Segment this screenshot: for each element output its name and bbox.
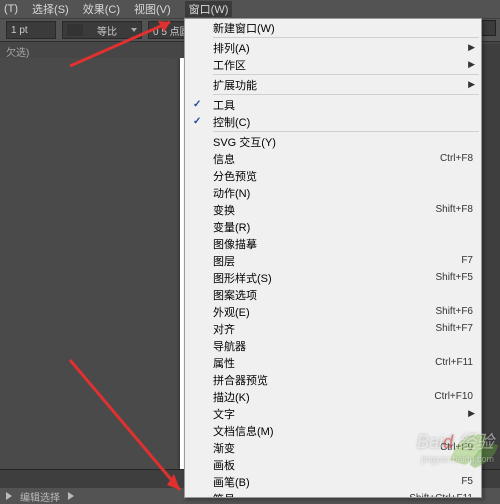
window-menu: 新建窗口(W)排列(A)▶工作区▶扩展功能▶✓工具✓控制(C)SVG 交互(Y)… bbox=[184, 18, 482, 498]
menu-item-label: 拼合器预览 bbox=[213, 372, 473, 388]
menu-item[interactable]: 导航器 bbox=[185, 337, 481, 354]
menu-shortcut: Ctrl+F8 bbox=[440, 153, 473, 164]
mini-icon-2[interactable] bbox=[480, 20, 496, 36]
profile-dropdown[interactable]: 等比 bbox=[62, 21, 142, 39]
menu-separator bbox=[213, 74, 479, 75]
menu-item[interactable]: 排列(A)▶ bbox=[185, 39, 481, 56]
menu-item[interactable]: 变量(R) bbox=[185, 218, 481, 235]
menu-item[interactable]: 文字▶ bbox=[185, 405, 481, 422]
menu-item[interactable]: 扩展功能▶ bbox=[185, 76, 481, 93]
menu-item-label: 属性 bbox=[213, 355, 435, 371]
check-icon: ✓ bbox=[193, 99, 201, 110]
menu-item[interactable]: 变换Shift+F8 bbox=[185, 201, 481, 218]
menu-effect[interactable]: 效果(C) bbox=[83, 1, 120, 17]
menu-item[interactable]: 图案选项 bbox=[185, 286, 481, 303]
menu-item-label: 排列(A) bbox=[213, 40, 473, 56]
menu-shortcut: Shift+F6 bbox=[435, 306, 473, 317]
menu-window[interactable]: 窗口(W) bbox=[185, 1, 233, 17]
play-icon[interactable] bbox=[6, 492, 12, 500]
check-icon: ✓ bbox=[193, 116, 201, 127]
menu-item[interactable]: 动作(N) bbox=[185, 184, 481, 201]
menu-item-label: 符号 bbox=[213, 491, 409, 499]
menu-item[interactable]: 图层F7 bbox=[185, 252, 481, 269]
menu-item[interactable]: ✓ 工具 bbox=[185, 96, 481, 113]
menu-item[interactable]: 新建窗口(W) bbox=[185, 19, 481, 36]
menu-item[interactable]: ✓ 控制(C) bbox=[185, 113, 481, 130]
menu-item[interactable]: 属性Ctrl+F11 bbox=[185, 354, 481, 371]
stroke-weight-input[interactable]: 1 pt bbox=[6, 21, 56, 39]
menu-item-label: 工作区 bbox=[213, 57, 473, 73]
menubar: (T) 选择(S) 效果(C) 视图(V) 窗口(W) bbox=[0, 0, 500, 18]
menu-t[interactable]: (T) bbox=[4, 3, 18, 15]
play-icon-2[interactable] bbox=[68, 492, 74, 500]
menu-item-label: 扩展功能 bbox=[213, 77, 473, 93]
menu-shortcut: Shift+F5 bbox=[435, 272, 473, 283]
menu-item-label: 图层 bbox=[213, 253, 461, 269]
submenu-arrow-icon: ▶ bbox=[468, 408, 475, 419]
menu-item-label: 分色预览 bbox=[213, 168, 473, 184]
menu-item-label: 工具 bbox=[213, 97, 473, 113]
submenu-arrow-icon: ▶ bbox=[468, 79, 475, 90]
menu-item-label: 动作(N) bbox=[213, 185, 473, 201]
menu-shortcut: Shift+F8 bbox=[435, 204, 473, 215]
menu-item[interactable]: 对齐Shift+F7 bbox=[185, 320, 481, 337]
menu-item[interactable]: 画笔(B)F5 bbox=[185, 473, 481, 490]
status-label: 编辑选择 bbox=[20, 489, 60, 504]
menu-item-label: 图像描摹 bbox=[213, 236, 473, 252]
menu-item-label: 画笔(B) bbox=[213, 474, 461, 490]
menu-item[interactable]: 描边(K)Ctrl+F10 bbox=[185, 388, 481, 405]
menu-item[interactable]: SVG 交互(Y) bbox=[185, 133, 481, 150]
menu-item-label: 对齐 bbox=[213, 321, 435, 337]
menu-shortcut: Shift+Ctrl+F11 bbox=[409, 493, 473, 498]
menu-item-label: 控制(C) bbox=[213, 114, 473, 130]
menu-separator bbox=[213, 37, 479, 38]
submenu-arrow-icon: ▶ bbox=[468, 59, 475, 70]
menu-item[interactable]: 图形样式(S)Shift+F5 bbox=[185, 269, 481, 286]
document-tab[interactable]: 欠选) bbox=[6, 44, 29, 59]
menu-item[interactable]: 分色预览 bbox=[185, 167, 481, 184]
menu-item-label: 新建窗口(W) bbox=[213, 20, 473, 36]
menu-item-label: 文字 bbox=[213, 406, 473, 422]
menu-shortcut: Shift+F7 bbox=[435, 323, 473, 334]
submenu-arrow-icon: ▶ bbox=[468, 42, 475, 53]
menu-item-label: 渐变 bbox=[213, 440, 440, 456]
menu-item[interactable]: 拼合器预览 bbox=[185, 371, 481, 388]
dash-icon bbox=[67, 24, 83, 36]
menu-shortcut: F5 bbox=[461, 476, 473, 487]
menu-view[interactable]: 视图(V) bbox=[134, 1, 171, 17]
menu-shortcut: Ctrl+F11 bbox=[435, 357, 473, 368]
menu-item[interactable]: 符号Shift+Ctrl+F11 bbox=[185, 490, 481, 498]
menu-item[interactable]: 信息Ctrl+F8 bbox=[185, 150, 481, 167]
menu-item[interactable]: 外观(E)Shift+F6 bbox=[185, 303, 481, 320]
watermark: Baid 经验jingyan.baidu.com bbox=[417, 428, 494, 464]
menu-item[interactable]: 图像描摹 bbox=[185, 235, 481, 252]
menu-shortcut: Ctrl+F10 bbox=[434, 391, 473, 402]
menu-separator bbox=[213, 131, 479, 132]
menu-item-label: 信息 bbox=[213, 151, 440, 167]
menu-item[interactable]: 工作区▶ bbox=[185, 56, 481, 73]
menu-select[interactable]: 选择(S) bbox=[32, 1, 69, 17]
menu-item-label: 描边(K) bbox=[213, 389, 434, 405]
menu-item-label: 导航器 bbox=[213, 338, 473, 354]
menu-item-label: 图案选项 bbox=[213, 287, 473, 303]
menu-item-label: 外观(E) bbox=[213, 304, 435, 320]
menu-item-label: 变换 bbox=[213, 202, 435, 218]
menu-shortcut: F7 bbox=[461, 255, 473, 266]
menu-separator bbox=[213, 94, 479, 95]
menu-item-label: 变量(R) bbox=[213, 219, 473, 235]
menu-item-label: 图形样式(S) bbox=[213, 270, 435, 286]
menu-item-label: SVG 交互(Y) bbox=[213, 134, 473, 150]
